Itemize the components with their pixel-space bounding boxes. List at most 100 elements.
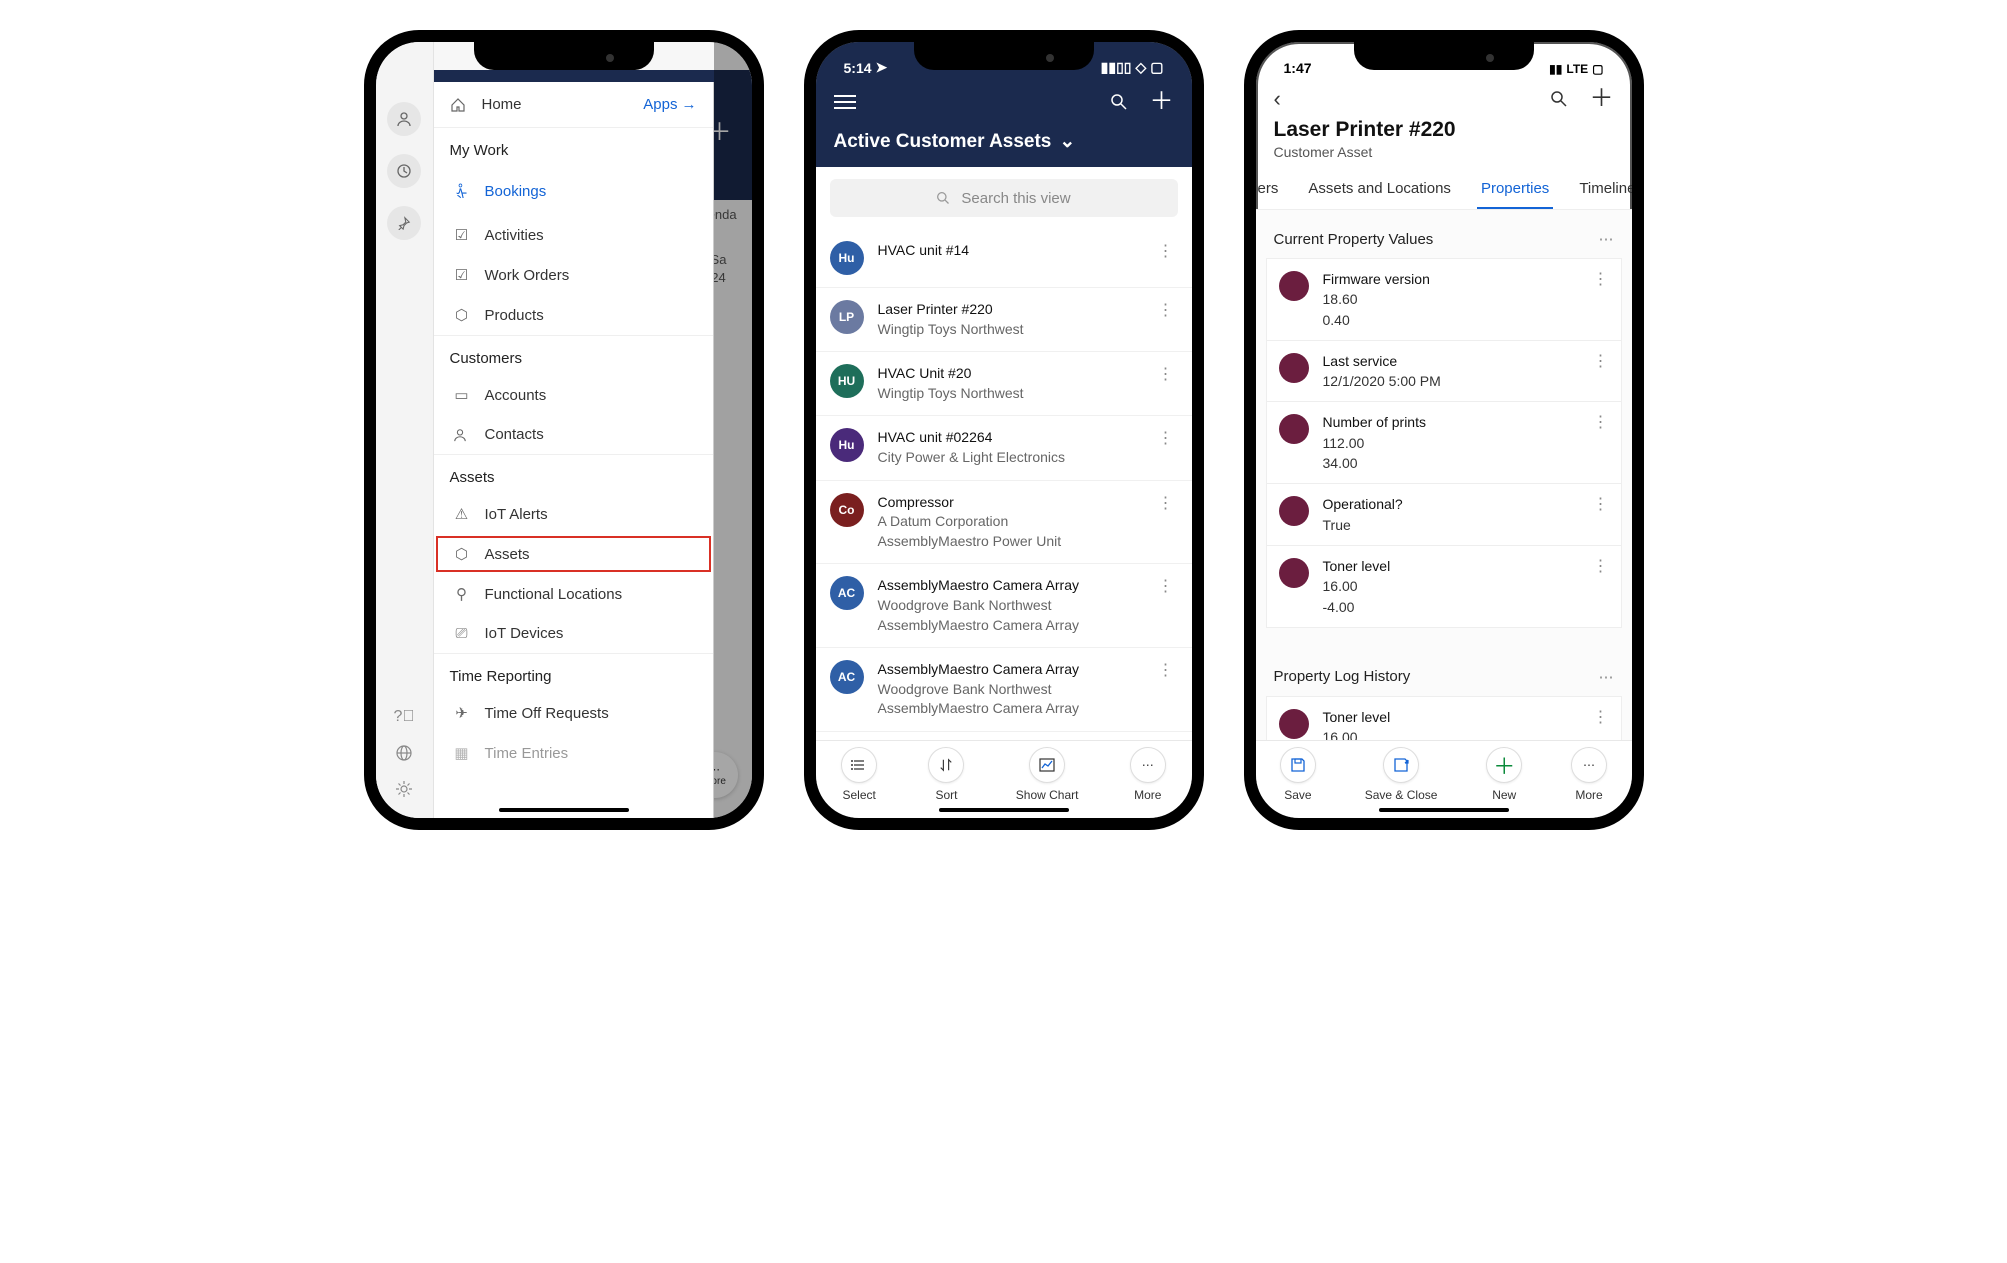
- contacts-icon: [453, 428, 471, 442]
- avatar: HU: [830, 364, 864, 398]
- signal-icon: ▮▮: [1549, 62, 1562, 76]
- property-menu-icon[interactable]: ⋮: [1593, 556, 1609, 576]
- back-icon[interactable]: ‹: [1274, 86, 1298, 112]
- device-icon: ⎚: [453, 625, 471, 642]
- add-icon[interactable]: ＋: [1590, 90, 1614, 108]
- location-icon: ⚲: [453, 585, 471, 603]
- item-menu-icon[interactable]: ⋮: [1154, 364, 1178, 384]
- section-time: Time Reporting: [434, 654, 713, 693]
- property-menu-icon[interactable]: ⋮: [1593, 412, 1609, 432]
- nav-iotdevices[interactable]: ⎚IoT Devices: [434, 614, 713, 653]
- property-dot: [1279, 496, 1309, 526]
- tab-properties[interactable]: Properties: [1477, 170, 1553, 209]
- search-input[interactable]: Search this view: [830, 179, 1178, 217]
- asset-list-item[interactable]: Hu HVAC unit #14 ⋮: [816, 229, 1192, 288]
- gear-icon[interactable]: [395, 780, 413, 798]
- property-row[interactable]: Toner level16.00-4.00 ⋮: [1266, 546, 1622, 628]
- nav-timeoff[interactable]: ✈Time Off Requests: [434, 693, 713, 733]
- chart-button[interactable]: Show Chart: [1016, 747, 1079, 802]
- nav-panel: Home Apps → My Work ᢤBookings ☑Activitie…: [434, 82, 714, 818]
- bookings-icon: ᢤ: [453, 178, 471, 204]
- calendar-icon: ▦: [453, 744, 471, 762]
- section-assets: Assets: [434, 455, 713, 494]
- help-icon[interactable]: ?⃝: [394, 708, 415, 726]
- property-menu-icon[interactable]: ⋮: [1593, 351, 1609, 371]
- nav-assets[interactable]: ⬡Assets: [434, 534, 713, 574]
- notch: [914, 42, 1094, 70]
- list-header: ＋ Active Customer Assets ⌄: [816, 78, 1192, 167]
- property-row[interactable]: Firmware version18.600.40 ⋮: [1266, 258, 1622, 341]
- select-button[interactable]: Select: [841, 747, 877, 802]
- nav-timeentries[interactable]: ▦Time Entries: [434, 733, 713, 773]
- notch: [1354, 42, 1534, 70]
- battery-icon: ▢: [1150, 59, 1163, 76]
- more-button[interactable]: ⋯More: [1571, 747, 1607, 802]
- property-menu-icon[interactable]: ⋮: [1593, 269, 1609, 289]
- tab-cut[interactable]: ers: [1256, 170, 1283, 209]
- item-menu-icon[interactable]: ⋮: [1154, 300, 1178, 320]
- more-button[interactable]: ⋯More: [1130, 747, 1166, 802]
- property-row[interactable]: Last service12/1/2020 5:00 PM ⋮: [1266, 341, 1622, 403]
- search-icon[interactable]: [1110, 93, 1128, 111]
- nav-functional-locations[interactable]: ⚲Functional Locations: [434, 574, 713, 614]
- section-menu-icon[interactable]: ⋯: [1599, 230, 1614, 248]
- tab-strip: ers Assets and Locations Properties Time…: [1256, 170, 1632, 210]
- globe-icon[interactable]: [395, 744, 413, 762]
- nav-products[interactable]: ⬡Products: [434, 295, 713, 335]
- phone-asset-list: 5:14➤ ▮▮▯▯ ◇ ▢ ＋ Active Customer Assets …: [804, 30, 1204, 830]
- apps-link[interactable]: Apps →: [643, 96, 696, 113]
- tab-timeline[interactable]: Timeline: [1575, 170, 1631, 209]
- workorders-icon: ☑: [453, 266, 471, 284]
- nav-home[interactable]: Home Apps →: [434, 82, 713, 128]
- asset-list[interactable]: Hu HVAC unit #14 ⋮LP Laser Printer #220W…: [816, 229, 1192, 740]
- recent-icon[interactable]: [387, 154, 421, 188]
- property-row[interactable]: Number of prints112.0034.00 ⋮: [1266, 402, 1622, 484]
- asset-list-item[interactable]: AC AssemblyMaestro Camera ArrayWoodgrove…: [816, 564, 1192, 648]
- nav-contacts[interactable]: Contacts: [434, 415, 713, 454]
- nav-bookings[interactable]: ᢤBookings: [434, 167, 713, 215]
- avatar: Hu: [830, 428, 864, 462]
- property-dot: [1279, 414, 1309, 444]
- battery-icon: ▢: [1592, 62, 1603, 76]
- avatar: Co: [830, 493, 864, 527]
- search-icon[interactable]: [1550, 90, 1568, 108]
- phone-nav-drawer: ＋ genda Sa 24 ?⃝ Home Apps → My Work ᢤBo…: [364, 30, 764, 830]
- section-log-history: Property Log History⋯: [1266, 658, 1622, 696]
- asset-list-item[interactable]: AC AssemblyMaestro Camera ArrayWoodgrove…: [816, 648, 1192, 732]
- item-menu-icon[interactable]: ⋮: [1154, 576, 1178, 596]
- new-button[interactable]: ＋New: [1486, 747, 1522, 802]
- view-title[interactable]: Active Customer Assets ⌄: [834, 130, 1174, 153]
- avatar: Hu: [830, 241, 864, 275]
- nav-workorders[interactable]: ☑Work Orders: [434, 255, 713, 295]
- item-menu-icon[interactable]: ⋮: [1154, 241, 1178, 261]
- asset-list-item[interactable]: LP Laser Printer #220Wingtip Toys Northw…: [816, 288, 1192, 352]
- item-menu-icon[interactable]: ⋮: [1154, 428, 1178, 448]
- property-dot: [1279, 709, 1309, 739]
- asset-list-item[interactable]: HU HVAC Unit #20Wingtip Toys Northwest ⋮: [816, 352, 1192, 416]
- accounts-icon: ▭: [453, 386, 471, 404]
- add-icon[interactable]: ＋: [1150, 93, 1174, 111]
- asset-list-item[interactable]: Fe Fire extinguisher #0018Woodgrove Bank…: [816, 732, 1192, 740]
- assets-icon: ⬡: [453, 545, 471, 563]
- tab-assets-locations[interactable]: Assets and Locations: [1304, 170, 1455, 209]
- sort-button[interactable]: Sort: [928, 747, 964, 802]
- save-close-button[interactable]: Save & Close: [1365, 747, 1438, 802]
- section-menu-icon[interactable]: ⋯: [1599, 668, 1614, 686]
- pin-icon[interactable]: [387, 206, 421, 240]
- nav-activities[interactable]: ☑Activities: [434, 215, 713, 255]
- property-menu-icon[interactable]: ⋮: [1593, 494, 1609, 514]
- nav-accounts[interactable]: ▭Accounts: [434, 375, 713, 415]
- profile-icon[interactable]: [387, 102, 421, 136]
- item-menu-icon[interactable]: ⋮: [1154, 660, 1178, 680]
- nav-iotalerts[interactable]: ⚠IoT Alerts: [434, 494, 713, 534]
- property-row[interactable]: Toner level16.00-4.00 ⋮: [1266, 696, 1622, 740]
- avatar: AC: [830, 576, 864, 610]
- property-row[interactable]: Operational?True ⋮: [1266, 484, 1622, 546]
- property-dot: [1279, 558, 1309, 588]
- save-button[interactable]: Save: [1280, 747, 1316, 802]
- property-menu-icon[interactable]: ⋮: [1593, 707, 1609, 727]
- item-menu-icon[interactable]: ⋮: [1154, 493, 1178, 513]
- asset-list-item[interactable]: Hu HVAC unit #02264City Power & Light El…: [816, 416, 1192, 480]
- asset-list-item[interactable]: Co CompressorA Datum CorporationAssembly…: [816, 481, 1192, 565]
- hamburger-icon[interactable]: [834, 95, 856, 109]
